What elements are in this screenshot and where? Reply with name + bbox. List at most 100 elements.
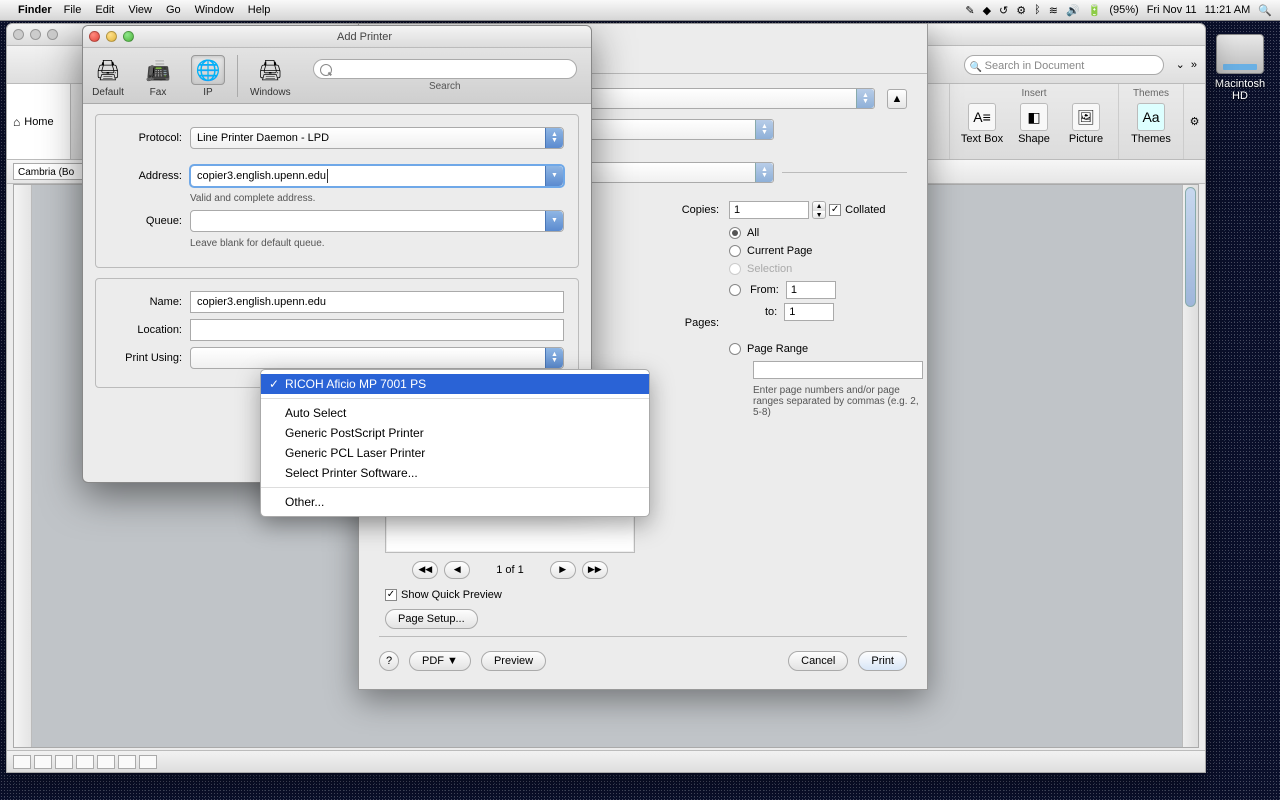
minimize-icon[interactable] [106, 31, 117, 42]
copies-input[interactable] [729, 201, 809, 219]
add-printer-titlebar[interactable]: Add Printer [83, 26, 591, 48]
desktop-drive[interactable]: Macintosh HD [1210, 34, 1270, 102]
vertical-ruler [14, 185, 32, 747]
font-selector[interactable]: Cambria (Bo [13, 163, 89, 180]
chevron-down-icon: ▼ [545, 211, 563, 231]
dropdown-item-postscript[interactable]: Generic PostScript Printer [261, 423, 649, 443]
updown-icon: ▲▼ [545, 348, 563, 368]
menu-help[interactable]: Help [248, 4, 271, 16]
themes-button[interactable]: AaThemes [1129, 103, 1173, 145]
menubar: Finder File Edit View Go Window Help ✎ ◆… [0, 0, 1280, 21]
divider [261, 487, 649, 488]
page-range-radio[interactable] [729, 343, 741, 355]
toolbar-chevrons-icon[interactable]: » [1191, 59, 1197, 71]
zoom-icon[interactable] [123, 31, 134, 42]
toolbar-default[interactable]: 🖨Default [83, 51, 133, 100]
quick-preview-checkbox[interactable]: ✓ [385, 589, 397, 601]
pages-current-radio[interactable] [729, 245, 741, 257]
search-document-input[interactable]: Search in Document [964, 55, 1164, 75]
minimize-icon[interactable] [30, 29, 41, 40]
preview-prev-button[interactable]: ◀ [444, 561, 470, 579]
pages-label: Pages: [639, 317, 719, 329]
to-input[interactable] [784, 303, 834, 321]
name-input[interactable]: copier3.english.upenn.edu [190, 291, 564, 313]
menu-go[interactable]: Go [166, 4, 181, 16]
bluetooth-icon[interactable]: ᛒ [1034, 4, 1041, 16]
protocol-select[interactable]: Line Printer Daemon - LPD▲▼ [190, 127, 564, 149]
view-btn-5[interactable] [97, 755, 115, 769]
address-input[interactable]: copier3.english.upenn.edu▼ [190, 165, 564, 187]
spotlight-icon[interactable]: 🔍 [1258, 4, 1272, 17]
menu-edit[interactable]: Edit [95, 4, 114, 16]
close-icon[interactable] [89, 31, 100, 42]
pages-all-radio[interactable] [729, 227, 741, 239]
preview-button[interactable]: Preview [481, 651, 546, 671]
volume-icon[interactable]: 🔊 [1066, 4, 1080, 17]
cancel-button[interactable]: Cancel [788, 651, 848, 671]
zoom-icon[interactable] [47, 29, 58, 40]
dropdown-item-pcl[interactable]: Generic PCL Laser Printer [261, 443, 649, 463]
ribbon-settings-icon[interactable]: ⚙ [1183, 84, 1205, 159]
toolbar-windows[interactable]: 🖨Windows [242, 51, 299, 100]
dropdown-item-selected[interactable]: RICOH Aficio MP 7001 PS [261, 374, 649, 394]
dropdown-item-auto[interactable]: Auto Select [261, 403, 649, 423]
clock-date[interactable]: Fri Nov 11 [1147, 4, 1197, 16]
scrollbar-thumb[interactable] [1185, 187, 1196, 307]
menu-window[interactable]: Window [195, 4, 234, 16]
pages-from-radio[interactable] [729, 284, 741, 296]
vertical-scrollbar[interactable] [1182, 185, 1198, 747]
view-btn-6[interactable] [118, 755, 136, 769]
page-range-input[interactable] [753, 361, 923, 379]
wifi-icon[interactable]: ⚙ [1016, 4, 1026, 17]
menu-view[interactable]: View [128, 4, 152, 16]
globe-icon: 🌐 [191, 55, 225, 85]
tab-home[interactable]: ⌂ Home [7, 84, 71, 159]
view-btn-4[interactable] [76, 755, 94, 769]
fax-label: Fax [150, 87, 167, 98]
menubar-status-icon[interactable]: ✎ [965, 4, 974, 17]
sync-icon[interactable]: ↺ [999, 4, 1008, 17]
view-btn-2[interactable] [34, 755, 52, 769]
collated-checkbox[interactable]: ✓ [829, 204, 841, 216]
preview-first-button[interactable]: ◀◀ [412, 561, 438, 579]
clock-time[interactable]: 11:21 AM [1205, 4, 1251, 16]
from-input[interactable] [786, 281, 836, 299]
view-btn-1[interactable] [13, 755, 31, 769]
help-button[interactable]: ? [379, 651, 399, 671]
queue-input[interactable]: ▼ [190, 210, 564, 232]
close-icon[interactable] [13, 29, 24, 40]
view-btn-7[interactable] [139, 755, 157, 769]
dropdown-item-other[interactable]: Other... [261, 492, 649, 512]
divider [261, 398, 649, 399]
location-input[interactable] [190, 319, 564, 341]
page-setup-button[interactable]: Page Setup... [385, 609, 478, 629]
print-using-select[interactable]: ▲▼ [190, 347, 564, 369]
preview-last-button[interactable]: ▶▶ [582, 561, 608, 579]
dropdown-item-select-software[interactable]: Select Printer Software... [261, 463, 649, 483]
airport-icon[interactable]: ≋ [1049, 4, 1058, 17]
view-btn-3[interactable] [55, 755, 73, 769]
preview-next-button[interactable]: ▶ [550, 561, 576, 579]
shape-button[interactable]: ◧Shape [1012, 103, 1056, 145]
battery-icon[interactable]: 🔋 [1088, 4, 1102, 17]
picture-button[interactable]: 🖼Picture [1064, 103, 1108, 145]
picture-label: Picture [1069, 133, 1103, 145]
menu-file[interactable]: File [64, 4, 82, 16]
pages-current-label: Current Page [747, 245, 812, 257]
page-range-hint: Enter page numbers and/or page ranges se… [753, 385, 923, 418]
pdf-button[interactable]: PDF ▼ [409, 651, 471, 671]
print-actions: ? PDF ▼ Preview Cancel Print [379, 636, 907, 671]
textbox-button[interactable]: A≡Text Box [960, 103, 1004, 145]
copies-stepper[interactable]: ▲▼ [812, 201, 826, 219]
printer-expand-button[interactable]: ▲ [887, 89, 907, 109]
search-input[interactable] [313, 59, 577, 79]
print-button[interactable]: Print [858, 651, 907, 671]
to-label: to: [765, 306, 777, 318]
toolbar-fax[interactable]: 📠Fax [133, 51, 183, 100]
name-label: Name: [110, 296, 182, 308]
toolbar-dropdown-icon[interactable]: ⌄ [1176, 58, 1185, 71]
toolbar-ip[interactable]: 🌐IP [183, 51, 233, 100]
battery-pct: (95%) [1109, 4, 1138, 16]
app-name[interactable]: Finder [18, 4, 52, 16]
dropbox-icon[interactable]: ◆ [983, 4, 991, 17]
